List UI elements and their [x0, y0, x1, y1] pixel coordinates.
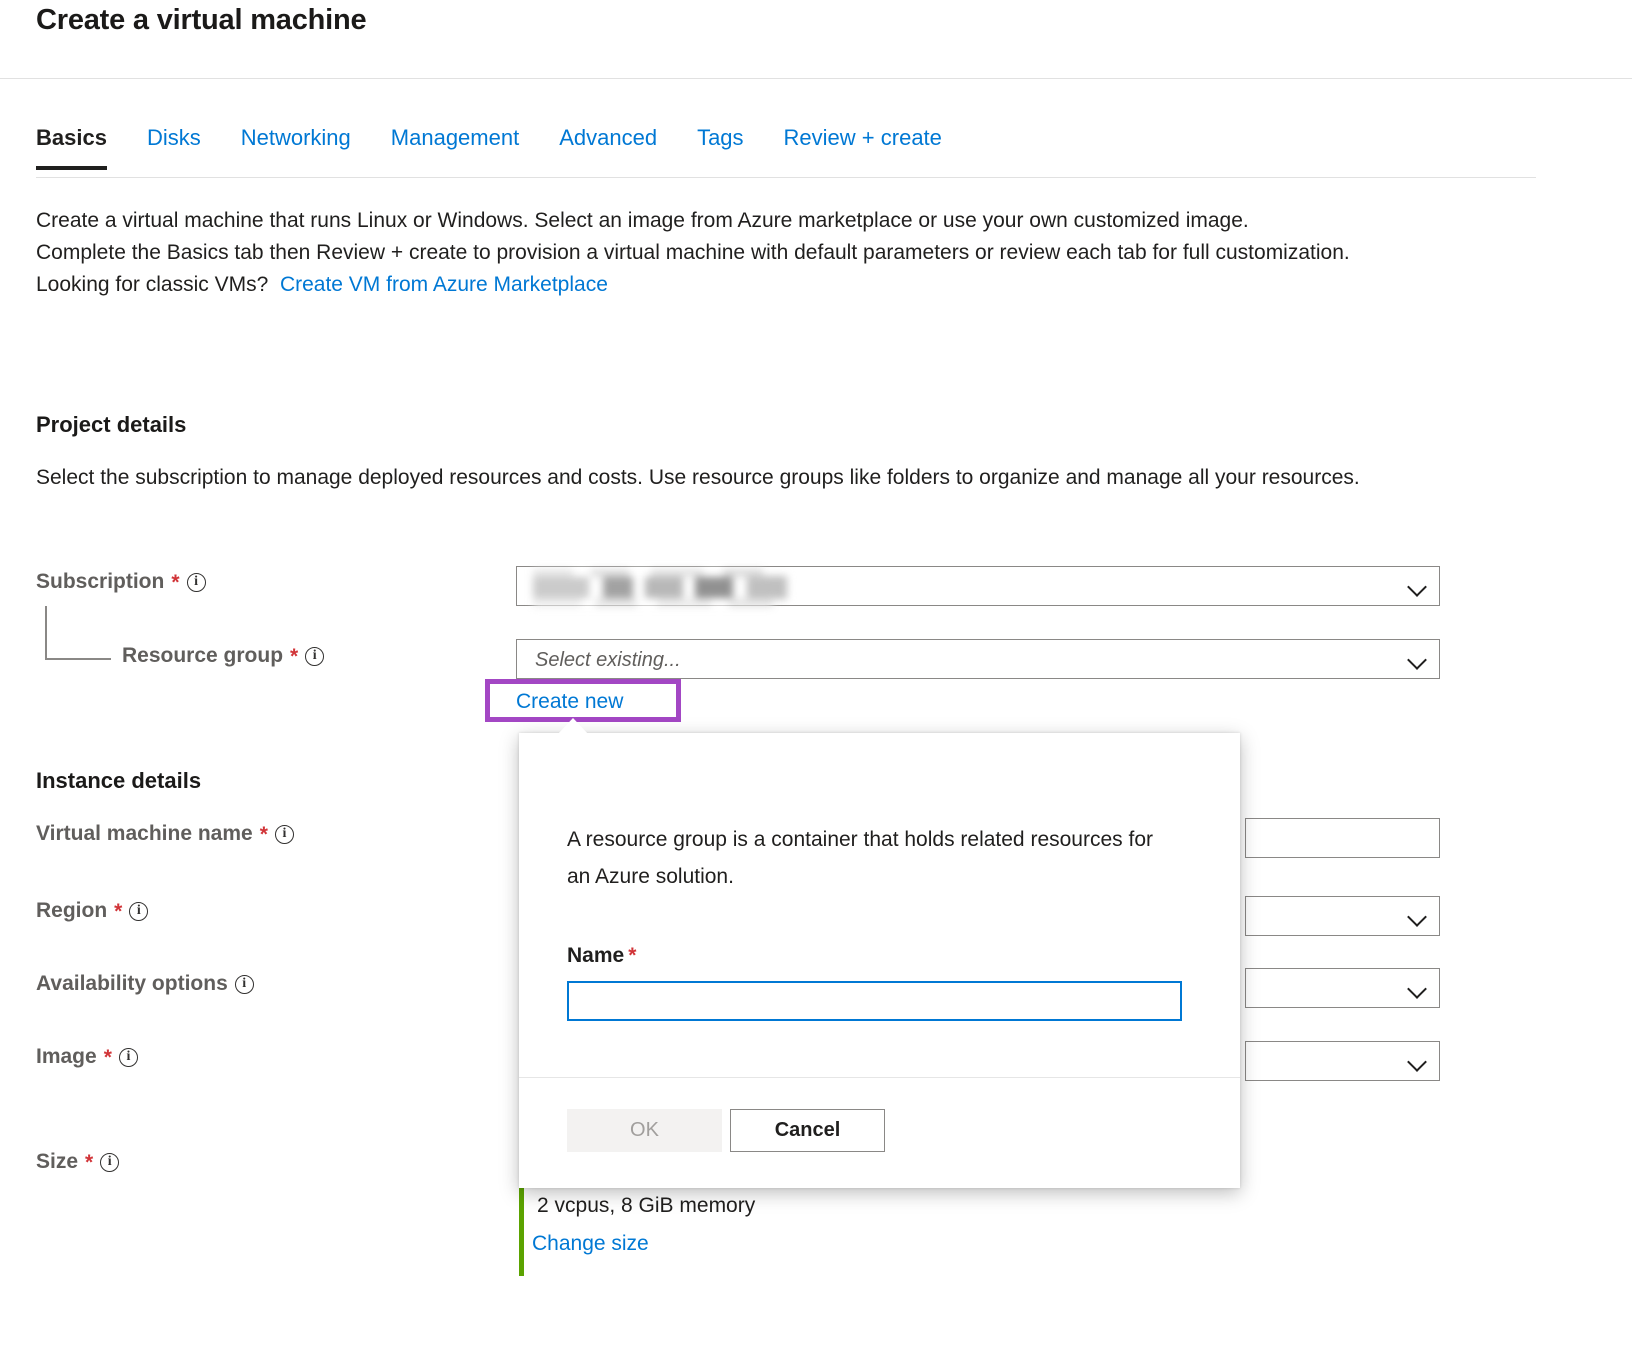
image-label: Image * — [36, 1045, 138, 1069]
resource-group-label: Resource group * — [122, 644, 324, 668]
callout-body: A resource group is a container that hol… — [519, 733, 1240, 1098]
create-vm-marketplace-link[interactable]: Create VM from Azure Marketplace — [280, 273, 608, 296]
subscription-dropdown[interactable] — [516, 566, 1440, 606]
info-icon[interactable] — [235, 975, 254, 994]
region-label: Region * — [36, 899, 148, 923]
callout-name-label-text: Name — [567, 944, 624, 967]
virtual-machine-name-input[interactable] — [1245, 818, 1440, 858]
callout-description: A resource group is a container that hol… — [567, 821, 1182, 895]
size-summary: 2 vcpus, 8 GiB memory Change size — [519, 1186, 1219, 1276]
page-header: Create a virtual machine — [0, 0, 1632, 79]
ok-button[interactable]: OK — [567, 1109, 722, 1152]
availability-options-label: Availability options — [36, 972, 254, 996]
tab-bar: Basics Disks Networking Management Advan… — [36, 125, 1536, 178]
region-required-asterisk: * — [114, 901, 122, 922]
project-details-title: Project details — [36, 412, 186, 438]
chevron-down-icon — [1409, 982, 1425, 998]
info-icon[interactable] — [100, 1153, 119, 1172]
chevron-down-icon — [1409, 580, 1425, 596]
image-label-text: Image — [36, 1045, 97, 1069]
tab-networking[interactable]: Networking — [241, 125, 351, 170]
info-icon[interactable] — [305, 647, 324, 666]
intro-line-1: Create a virtual machine that runs Linux… — [36, 205, 1456, 237]
intro-line-2: Complete the Basics tab then Review + cr… — [36, 237, 1456, 269]
create-resource-group-popup: A resource group is a container that hol… — [519, 733, 1240, 1188]
chevron-down-icon — [1409, 1055, 1425, 1071]
resource-group-placeholder: Select existing... — [535, 640, 681, 680]
info-icon[interactable] — [129, 902, 148, 921]
tab-disks[interactable]: Disks — [147, 125, 201, 170]
region-dropdown[interactable] — [1245, 896, 1440, 936]
image-dropdown[interactable] — [1245, 1041, 1440, 1081]
info-icon[interactable] — [275, 825, 294, 844]
size-accent-bar — [519, 1186, 524, 1276]
tab-tags[interactable]: Tags — [697, 125, 743, 170]
cancel-button[interactable]: Cancel — [730, 1109, 885, 1152]
callout-divider — [519, 1077, 1240, 1078]
virtual-machine-name-label: Virtual machine name * — [36, 822, 294, 846]
create-new-resource-group-link[interactable]: Create new — [516, 690, 623, 714]
tab-advanced[interactable]: Advanced — [559, 125, 657, 170]
image-required-asterisk: * — [104, 1047, 112, 1068]
intro-line-3: Looking for classic VMs? Create VM from … — [36, 269, 1456, 301]
tab-review-create[interactable]: Review + create — [784, 125, 942, 170]
virtual-machine-name-label-text: Virtual machine name — [36, 822, 253, 846]
size-label: Size * — [36, 1150, 119, 1174]
info-icon[interactable] — [187, 573, 206, 592]
tab-management[interactable]: Management — [391, 125, 519, 170]
resource-group-tree-connector — [45, 606, 111, 660]
resource-group-name-input[interactable] — [567, 981, 1182, 1021]
subscription-required-asterisk: * — [171, 572, 179, 593]
subscription-label-text: Subscription — [36, 570, 164, 594]
chevron-down-icon — [1409, 653, 1425, 669]
page-title: Create a virtual machine — [36, 4, 366, 37]
tab-basics[interactable]: Basics — [36, 125, 107, 170]
size-specs-text: 2 vcpus, 8 GiB memory — [537, 1194, 755, 1218]
intro-text: Create a virtual machine that runs Linux… — [36, 205, 1456, 301]
availability-options-dropdown[interactable] — [1245, 968, 1440, 1008]
size-required-asterisk: * — [85, 1152, 93, 1173]
subscription-label: Subscription * — [36, 570, 206, 594]
instance-details-title: Instance details — [36, 768, 201, 794]
subscription-value-redacted — [533, 576, 791, 599]
size-label-text: Size — [36, 1150, 78, 1174]
resource-group-label-text: Resource group — [122, 644, 283, 668]
availability-options-label-text: Availability options — [36, 972, 228, 996]
callout-name-label: Name* — [567, 944, 636, 968]
callout-name-required-asterisk: * — [628, 944, 636, 967]
chevron-down-icon — [1409, 910, 1425, 926]
change-size-link[interactable]: Change size — [532, 1232, 649, 1256]
project-details-description: Select the subscription to manage deploy… — [36, 462, 1436, 494]
resource-group-dropdown[interactable]: Select existing... — [516, 639, 1440, 679]
info-icon[interactable] — [119, 1048, 138, 1067]
resource-group-required-asterisk: * — [290, 646, 298, 667]
region-label-text: Region — [36, 899, 107, 923]
classic-vm-question: Looking for classic VMs? — [36, 273, 268, 296]
virtual-machine-name-required-asterisk: * — [260, 824, 268, 845]
create-new-highlight-box: Create new — [485, 679, 681, 722]
